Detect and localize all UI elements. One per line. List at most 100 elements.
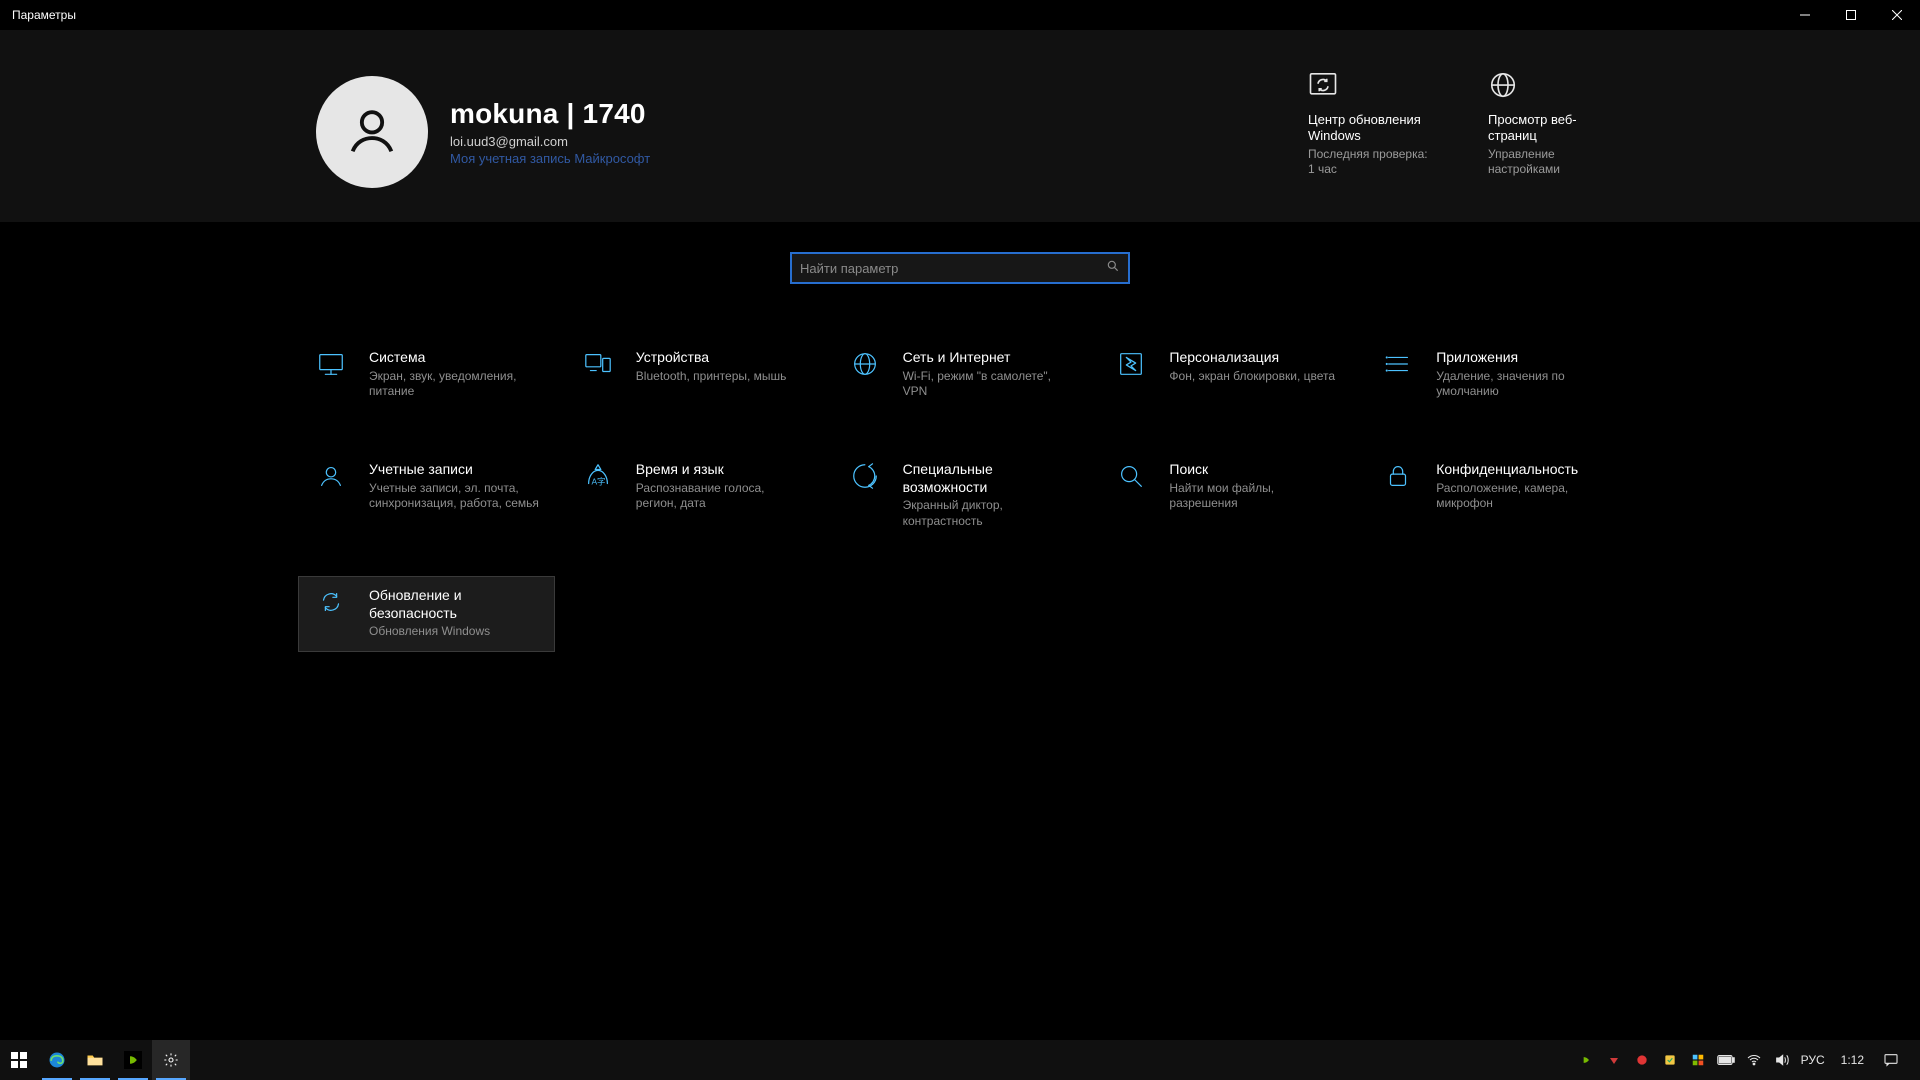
search-box[interactable] (790, 252, 1130, 284)
maximize-button[interactable] (1828, 0, 1874, 30)
window-title: Параметры (12, 8, 76, 22)
search-icon (1106, 259, 1120, 278)
profile-name: mokuna | 1740 (450, 98, 650, 130)
category-time[interactable]: A字 Время и язык Распознавание голоса, реги… (565, 450, 822, 540)
taskbar-left (0, 1040, 190, 1080)
category-title: Сеть и Интернет (903, 349, 1073, 367)
category-title: Учетные записи (369, 461, 539, 479)
category-title: Устройства (636, 349, 787, 367)
category-sub: Найти мои файлы, разрешения (1169, 481, 1339, 512)
tray-shield-icon[interactable] (1661, 1051, 1679, 1069)
tray-volume-icon[interactable] (1773, 1051, 1791, 1069)
category-title: Обновление и безопасность (369, 587, 540, 622)
categories-grid: Система Экран, звук, уведомления, питание… (298, 338, 1622, 652)
taskbar-settings[interactable] (152, 1040, 190, 1080)
quick-sub: Последняя проверка: 1 час (1308, 147, 1428, 177)
category-title: Приложения (1436, 349, 1606, 367)
quick-windows-update[interactable]: Центр обновления Windows Последняя прове… (1308, 70, 1428, 177)
category-personal[interactable]: Персонализация Фон, экран блокировки, цве… (1098, 338, 1355, 414)
category-sub: Удаление, значения по умолчанию (1436, 369, 1606, 400)
category-sub: Экран, звук, уведомления, питание (369, 369, 539, 400)
folder-icon (86, 1051, 104, 1069)
category-title: Время и язык (636, 461, 806, 479)
category-title: Конфиденциальность (1436, 461, 1606, 479)
header-band: mokuna | 1740 loi.uud3@gmail.com Моя уче… (0, 30, 1920, 222)
category-title: Персонализация (1169, 349, 1335, 367)
tray-record-icon[interactable] (1633, 1051, 1651, 1069)
category-apps[interactable]: Приложения Удаление, значения по умолчани… (1365, 338, 1622, 414)
category-sub: Расположение, камера, микрофон (1436, 481, 1606, 512)
profile-text: mokuna | 1740 loi.uud3@gmail.com Моя уче… (450, 98, 650, 166)
start-button[interactable] (0, 1040, 38, 1080)
category-update[interactable]: Обновление и безопасность Обновления Wind… (298, 576, 555, 652)
system-icon (313, 349, 349, 385)
titlebar: Параметры (0, 0, 1920, 30)
category-sub: Распознавание голоса, регион, дата (636, 481, 806, 512)
devices-icon (580, 349, 616, 385)
category-sub: Wi-Fi, режим "в самолете", VPN (903, 369, 1073, 400)
profile-email: loi.uud3@gmail.com (450, 134, 650, 149)
category-title: Специальные возможности (903, 461, 1074, 496)
category-sub: Учетные записи, эл. почта, синхронизация… (369, 481, 539, 512)
action-center-button[interactable] (1882, 1051, 1900, 1069)
quick-area: Центр обновления Windows Последняя прове… (1308, 70, 1608, 177)
time-icon: A字 (580, 461, 616, 497)
search-input[interactable] (800, 261, 1106, 276)
category-search[interactable]: Поиск Найти мои файлы, разрешения (1098, 450, 1355, 540)
minimize-button[interactable] (1782, 0, 1828, 30)
sync-icon (1308, 70, 1428, 106)
category-sub: Обновления Windows (369, 624, 539, 640)
personal-icon (1113, 349, 1149, 385)
windows-icon (11, 1052, 27, 1068)
svg-text:A字: A字 (591, 476, 605, 486)
gear-icon (163, 1052, 179, 1068)
category-title: Система (369, 349, 539, 367)
privacy-icon (1380, 461, 1416, 497)
ease-icon (847, 461, 883, 497)
quick-sub: Управление настройками (1488, 147, 1608, 177)
taskbar-edge[interactable] (38, 1040, 76, 1080)
tray-wifi-icon[interactable] (1745, 1051, 1763, 1069)
taskbar-clock[interactable]: 1:12 (1841, 1053, 1864, 1067)
category-privacy[interactable]: Конфиденциальность Расположение, камера, … (1365, 450, 1622, 540)
taskbar-explorer[interactable] (76, 1040, 114, 1080)
close-button[interactable] (1874, 0, 1920, 30)
maximize-icon (1846, 10, 1856, 20)
avatar[interactable] (316, 76, 428, 188)
minimize-icon (1800, 10, 1810, 20)
user-icon (343, 103, 401, 161)
update-icon (313, 587, 349, 623)
tray-nvidia-icon[interactable] (1577, 1051, 1595, 1069)
category-system[interactable]: Система Экран, звук, уведомления, питание (298, 338, 555, 414)
category-devices[interactable]: Устройства Bluetooth, принтеры, мышь (565, 338, 822, 414)
taskbar-right: РУС 1:12 (1577, 1040, 1920, 1080)
tray-app-icon[interactable] (1689, 1051, 1707, 1069)
category-ease[interactable]: Специальные возможностиЭкранный диктор, … (832, 450, 1089, 540)
category-accounts[interactable]: Учетные записи Учетные записи, эл. почта,… (298, 450, 555, 540)
accounts-icon (313, 461, 349, 497)
apps-icon (1380, 349, 1416, 385)
category-network[interactable]: Сеть и Интернет Wi-Fi, режим "в самолете"… (832, 338, 1089, 414)
globe-icon (1488, 70, 1608, 106)
taskbar: РУС 1:12 (0, 1040, 1920, 1080)
quick-title: Просмотр веб-страниц (1488, 112, 1608, 145)
microsoft-account-link[interactable]: Моя учетная запись Майкрософт (450, 151, 650, 166)
close-icon (1892, 10, 1902, 20)
search-wrap (790, 252, 1130, 284)
search-icon (1113, 461, 1149, 497)
taskbar-language[interactable]: РУС (1801, 1053, 1825, 1067)
category-title: Поиск (1169, 461, 1339, 479)
tray-down-arrow-icon[interactable] (1605, 1051, 1623, 1069)
quick-title: Центр обновления Windows (1308, 112, 1428, 145)
category-sub: Фон, экран блокировки, цвета (1169, 369, 1335, 385)
network-icon (847, 349, 883, 385)
quick-web-browsing[interactable]: Просмотр веб-страниц Управление настройк… (1488, 70, 1608, 177)
tray-battery-icon[interactable] (1717, 1051, 1735, 1069)
profile-block: mokuna | 1740 loi.uud3@gmail.com Моя уче… (316, 76, 650, 188)
taskbar-nvidia[interactable] (114, 1040, 152, 1080)
category-sub: Bluetooth, принтеры, мышь (636, 369, 787, 385)
edge-icon (47, 1050, 67, 1070)
nvidia-icon (124, 1051, 142, 1069)
category-sub: Экранный диктор, контрастность (903, 498, 1073, 529)
window-controls (1782, 0, 1920, 30)
